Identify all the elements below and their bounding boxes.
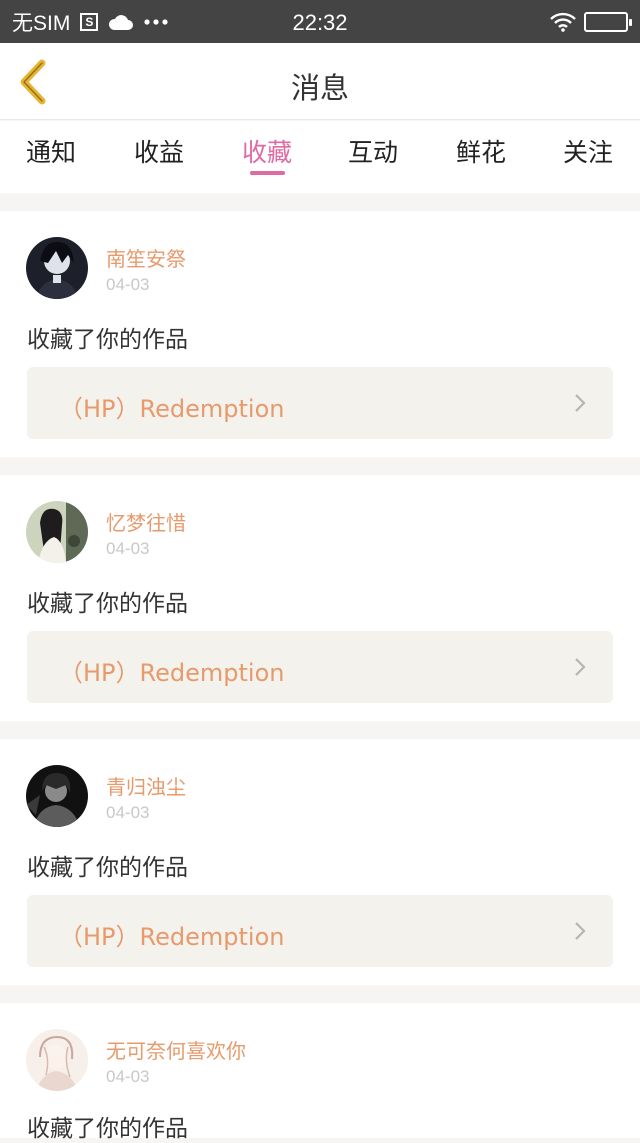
- message-card: 无可奈何喜欢你 04-03 收藏了你的作品: [0, 1003, 640, 1142]
- status-right: [550, 0, 632, 43]
- message-card: 南笙安祭 04-03 收藏了你的作品 （HP）Redemption: [0, 211, 640, 457]
- work-title: （HP）Redemption: [59, 659, 285, 687]
- work-title: （HP）Redemption: [59, 923, 285, 951]
- message-text: 收藏了你的作品: [27, 327, 188, 353]
- message-text: 收藏了你的作品: [27, 591, 188, 617]
- username[interactable]: 无可奈何喜欢你: [106, 1035, 246, 1064]
- work-link[interactable]: （HP）Redemption: [27, 631, 613, 703]
- message-date: 04-03: [106, 539, 150, 558]
- message-date: 04-03: [106, 803, 150, 822]
- tab-favorites[interactable]: 收藏: [222, 133, 312, 169]
- page-title: 消息: [290, 71, 349, 105]
- tab-follows[interactable]: 关注: [543, 133, 633, 169]
- username[interactable]: 青归浊尘: [106, 771, 186, 800]
- tab-flowers[interactable]: 鲜花: [436, 133, 526, 169]
- battery-icon: [584, 11, 632, 32]
- status-bar: 无SIM S 22:32: [0, 0, 640, 43]
- chevron-right-icon: [575, 922, 586, 940]
- username[interactable]: 南笙安祭: [106, 243, 186, 272]
- username[interactable]: 忆梦往惜: [106, 507, 186, 536]
- tab-interactions[interactable]: 互动: [328, 133, 418, 169]
- message-card: 青归浊尘 04-03 收藏了你的作品 （HP）Redemption: [0, 739, 640, 985]
- message-date: 04-03: [106, 1067, 150, 1086]
- chevron-right-icon: [575, 394, 586, 412]
- avatar[interactable]: [26, 765, 88, 827]
- work-link[interactable]: （HP）Redemption: [27, 367, 613, 439]
- nav-header: 消息: [0, 43, 640, 120]
- message-text: 收藏了你的作品: [27, 855, 188, 881]
- chevron-right-icon: [575, 658, 586, 676]
- tab-earnings[interactable]: 收益: [114, 133, 204, 169]
- avatar[interactable]: [26, 501, 88, 563]
- message-date: 04-03: [106, 275, 150, 294]
- avatar[interactable]: [26, 237, 88, 299]
- wifi-icon: [550, 12, 576, 32]
- tab-bar: 通知 收益 收藏 互动 鲜花 关注: [0, 121, 640, 193]
- work-link[interactable]: （HP）Redemption: [27, 895, 613, 967]
- avatar[interactable]: [26, 1029, 88, 1091]
- active-tab-indicator: [250, 171, 285, 175]
- tab-notifications[interactable]: 通知: [6, 133, 96, 169]
- clock: 22:32: [292, 10, 348, 35]
- message-card: 忆梦往惜 04-03 收藏了你的作品 （HP）Redemption: [0, 475, 640, 721]
- work-title: （HP）Redemption: [59, 395, 285, 423]
